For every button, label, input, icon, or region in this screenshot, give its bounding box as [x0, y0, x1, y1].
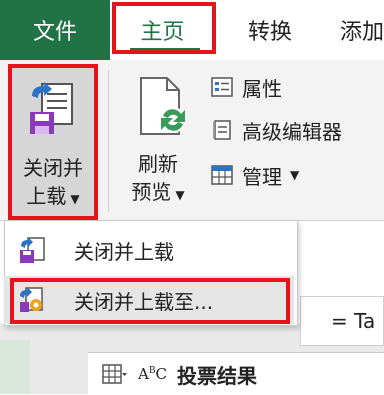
tab-add[interactable]: 添加	[340, 0, 384, 60]
chevron-down-icon: ▼	[175, 188, 185, 202]
abc-type-icon[interactable]: ABC	[138, 365, 167, 383]
highlight-frame-close-and-load-to	[10, 278, 290, 324]
refresh-preview-label-line2: 预览 ▼	[131, 180, 185, 204]
manage-label: 管理	[242, 164, 282, 189]
formula-text: = Ta	[331, 309, 376, 333]
ribbon-separator	[108, 70, 109, 212]
refresh-preview-icon	[140, 77, 186, 135]
tab-file[interactable]: 文件	[0, 0, 110, 60]
menu-item-close-and-load[interactable]: 关闭并上载	[4, 226, 294, 274]
manage-icon	[211, 165, 233, 185]
highlight-frame-home-tab	[112, 2, 216, 54]
tab-file-label: 文件	[32, 20, 77, 45]
properties-label: 属性	[242, 76, 282, 101]
queries-side-panel[interactable]	[0, 340, 30, 394]
advanced-editor-label: 高级编辑器	[242, 119, 342, 144]
refresh-preview-label-line1: 刷新	[138, 152, 178, 176]
advanced-editor-icon	[213, 120, 231, 140]
menu-item-close-and-load-label: 关闭并上载	[74, 239, 174, 264]
table-header-row: ABC 投票结果	[88, 352, 384, 395]
properties-icon	[211, 77, 233, 97]
formula-bar[interactable]: = Ta	[300, 296, 384, 346]
table-icon[interactable]	[102, 364, 128, 384]
properties-button[interactable]: 属性	[210, 72, 282, 102]
chevron-down-icon: ▼	[290, 168, 300, 182]
highlight-frame-close-and-load	[8, 64, 98, 220]
manage-button[interactable]: 管理 ▼	[210, 160, 299, 190]
advanced-editor-button[interactable]: 高级编辑器	[210, 115, 342, 145]
tab-convert[interactable]: 转换	[230, 0, 310, 60]
tab-convert-label: 转换	[247, 20, 292, 45]
load-icon	[20, 237, 45, 263]
column-header-label[interactable]: 投票结果	[177, 360, 257, 389]
tab-add-label: 添加	[340, 20, 384, 45]
